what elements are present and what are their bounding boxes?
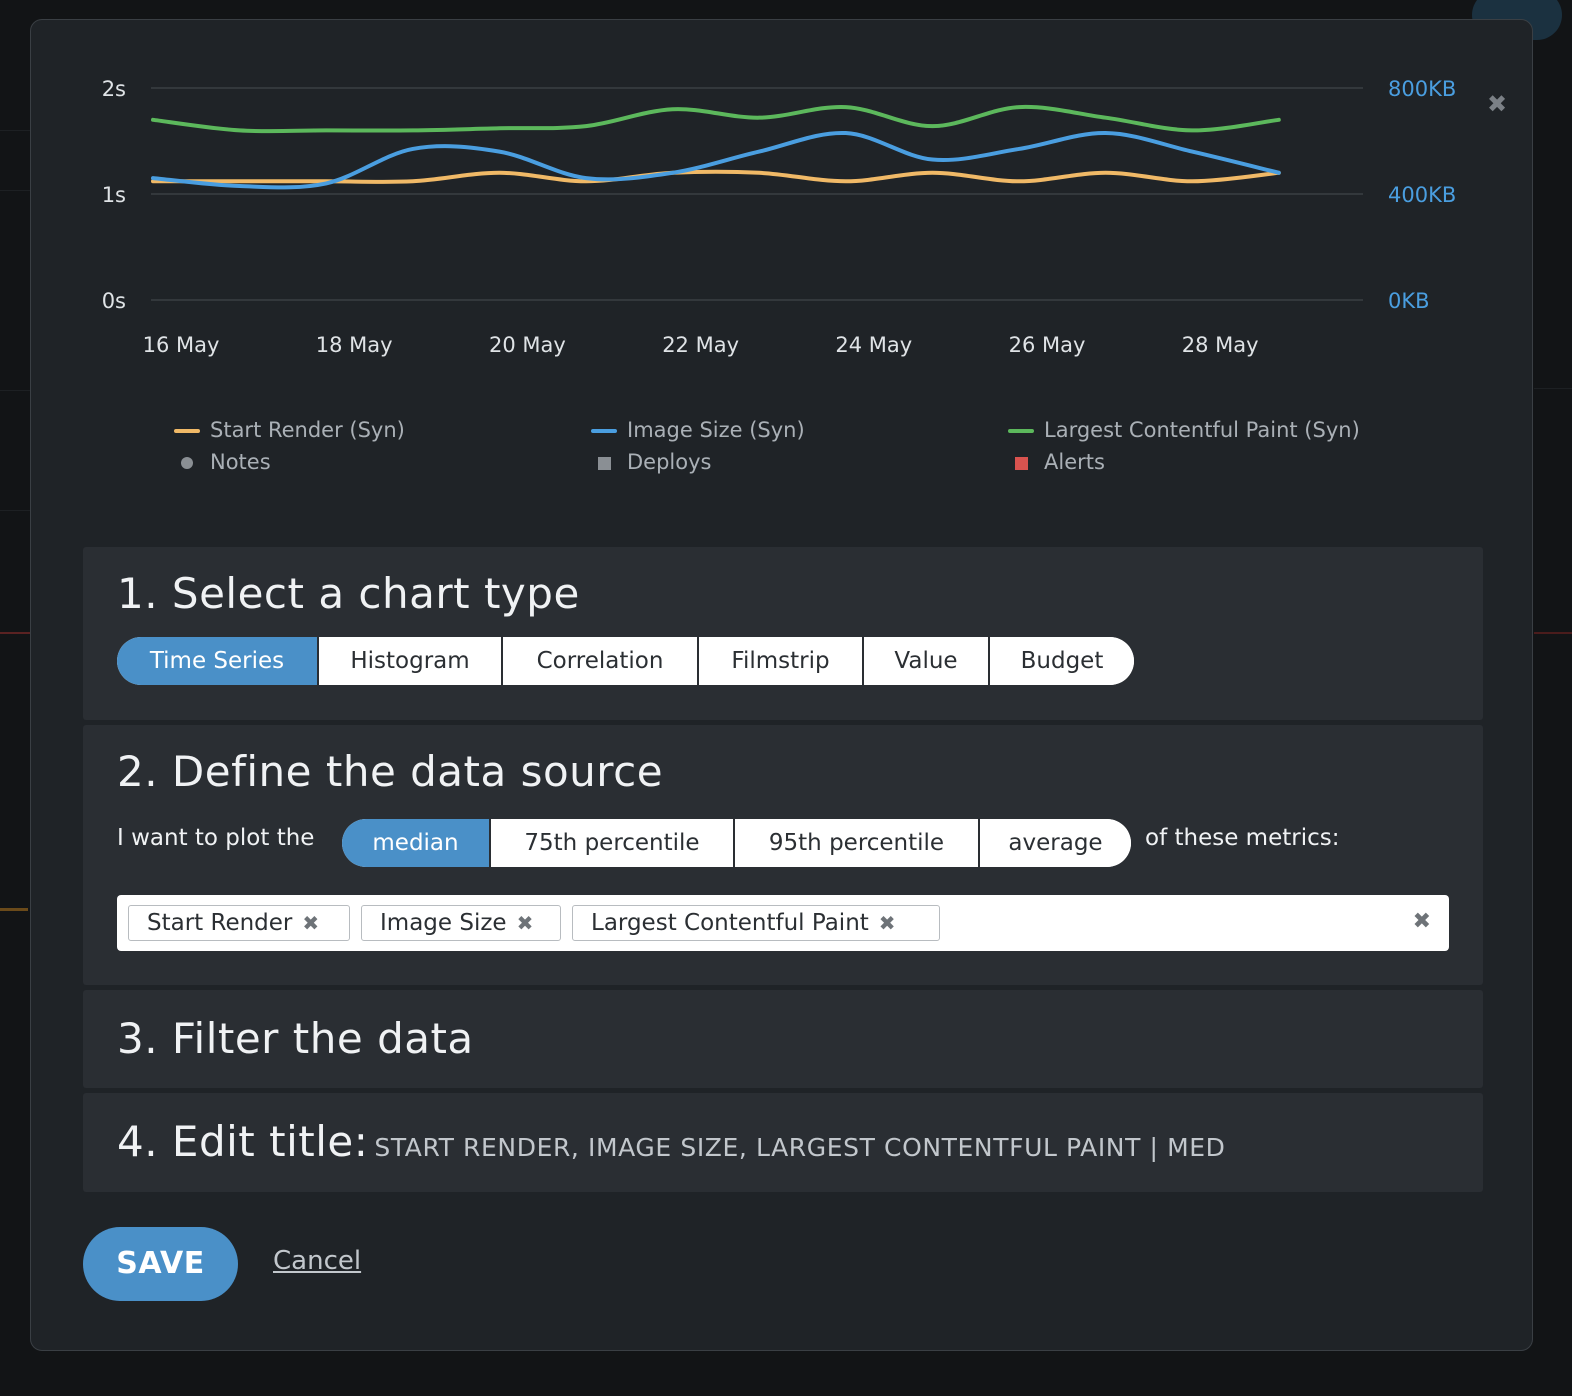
aggregation-median[interactable]: median xyxy=(342,819,489,867)
step-filter[interactable]: 3. Filter the data xyxy=(83,990,1483,1088)
legend-swatch xyxy=(1008,429,1034,433)
remove-tag-icon[interactable]: ✖ xyxy=(302,911,319,935)
notes-dot-icon xyxy=(181,457,193,469)
legend-swatch xyxy=(591,429,617,433)
x-tick-label: 24 May xyxy=(835,333,912,357)
chart-type-selector: Time Series Histogram Correlation Filmst… xyxy=(117,637,1134,685)
y-tick-left: 0s xyxy=(102,289,126,313)
data-source-prefix: I want to plot the xyxy=(117,825,315,851)
metric-tag-image-size: Image Size ✖ xyxy=(361,905,561,941)
clear-all-icon[interactable]: ✖ xyxy=(1413,909,1431,934)
remove-tag-icon[interactable]: ✖ xyxy=(879,911,896,935)
time-series-chart: 2s 1s 0s 800KB 400KB 0KB 16 May 18 May 20 May 22 … xyxy=(102,77,1457,357)
x-tick-label: 16 May xyxy=(143,333,220,357)
data-source-suffix: of these metrics: xyxy=(1145,825,1340,851)
chart-type-time-series[interactable]: Time Series xyxy=(117,637,317,685)
metric-tag-start-render: Start Render ✖ xyxy=(128,905,350,941)
metrics-select-input[interactable]: Start Render ✖ Image Size ✖ Largest Conten… xyxy=(117,895,1449,951)
edit-title-label: 4. Edit title: xyxy=(117,1117,369,1166)
y-tick-left: 1s xyxy=(102,183,126,207)
step-edit-title: 4. Edit title: START RENDER, IMAGE SIZE, … xyxy=(83,1093,1483,1192)
legend-item-lcp[interactable]: Largest Contentful Paint (Syn) xyxy=(1008,418,1360,442)
chart-type-budget[interactable]: Budget xyxy=(988,637,1134,685)
chart-type-value[interactable]: Value xyxy=(862,637,988,685)
aggregation-95th-percentile[interactable]: 95th percentile xyxy=(733,819,978,867)
edit-title-value[interactable]: START RENDER, IMAGE SIZE, LARGEST CONTEN… xyxy=(374,1133,1225,1162)
x-tick-label: 28 May xyxy=(1182,333,1259,357)
x-tick-label: 26 May xyxy=(1009,333,1086,357)
legend-swatch xyxy=(174,429,200,433)
aggregation-75th-percentile[interactable]: 75th percentile xyxy=(489,819,733,867)
y-tick-left: 2s xyxy=(102,77,126,101)
step-title: 3. Filter the data xyxy=(117,1014,474,1063)
x-tick-label: 22 May xyxy=(662,333,739,357)
y-tick-right: 800KB xyxy=(1388,77,1456,101)
legend-item-start-render[interactable]: Start Render (Syn) xyxy=(174,418,405,442)
cancel-link[interactable]: Cancel xyxy=(273,1246,361,1276)
legend-item-image-size[interactable]: Image Size (Syn) xyxy=(591,418,805,442)
step-chart-type: 1. Select a chart type Time Series Histo… xyxy=(83,547,1483,720)
edit-chart-modal: ✖ 2s 1s 0s 800KB 400KB 0KB 16 May 18 May 20 May 2… xyxy=(30,19,1533,1351)
chart-type-filmstrip[interactable]: Filmstrip xyxy=(697,637,862,685)
series-line-0 xyxy=(151,169,1281,184)
deploys-square-icon xyxy=(598,456,611,470)
aggregation-average[interactable]: average xyxy=(978,819,1131,867)
step-title: 2. Define the data source xyxy=(117,747,664,796)
metric-tag-lcp: Largest Contentful Paint ✖ xyxy=(572,905,940,941)
save-button[interactable]: SAVE xyxy=(83,1227,238,1301)
aggregation-selector: median 75th percentile 95th percentile a… xyxy=(342,819,1131,867)
remove-tag-icon[interactable]: ✖ xyxy=(517,911,534,935)
x-tick-label: 20 May xyxy=(489,333,566,357)
chart-type-correlation[interactable]: Correlation xyxy=(501,637,697,685)
legend-item-deploys[interactable]: Deploys xyxy=(591,450,711,474)
x-tick-label: 18 May xyxy=(316,333,393,357)
y-tick-right: 400KB xyxy=(1388,183,1456,207)
legend-item-notes[interactable]: Notes xyxy=(174,450,271,474)
step-data-source: 2. Define the data source I want to plot… xyxy=(83,725,1483,985)
step-title: 1. Select a chart type xyxy=(117,569,580,618)
series-line-1 xyxy=(151,131,1281,190)
y-tick-right: 0KB xyxy=(1388,289,1430,313)
alerts-square-icon xyxy=(1015,456,1028,470)
series-line-2 xyxy=(151,104,1281,134)
chart-type-histogram[interactable]: Histogram xyxy=(317,637,501,685)
legend-item-alerts[interactable]: Alerts xyxy=(1008,450,1105,474)
